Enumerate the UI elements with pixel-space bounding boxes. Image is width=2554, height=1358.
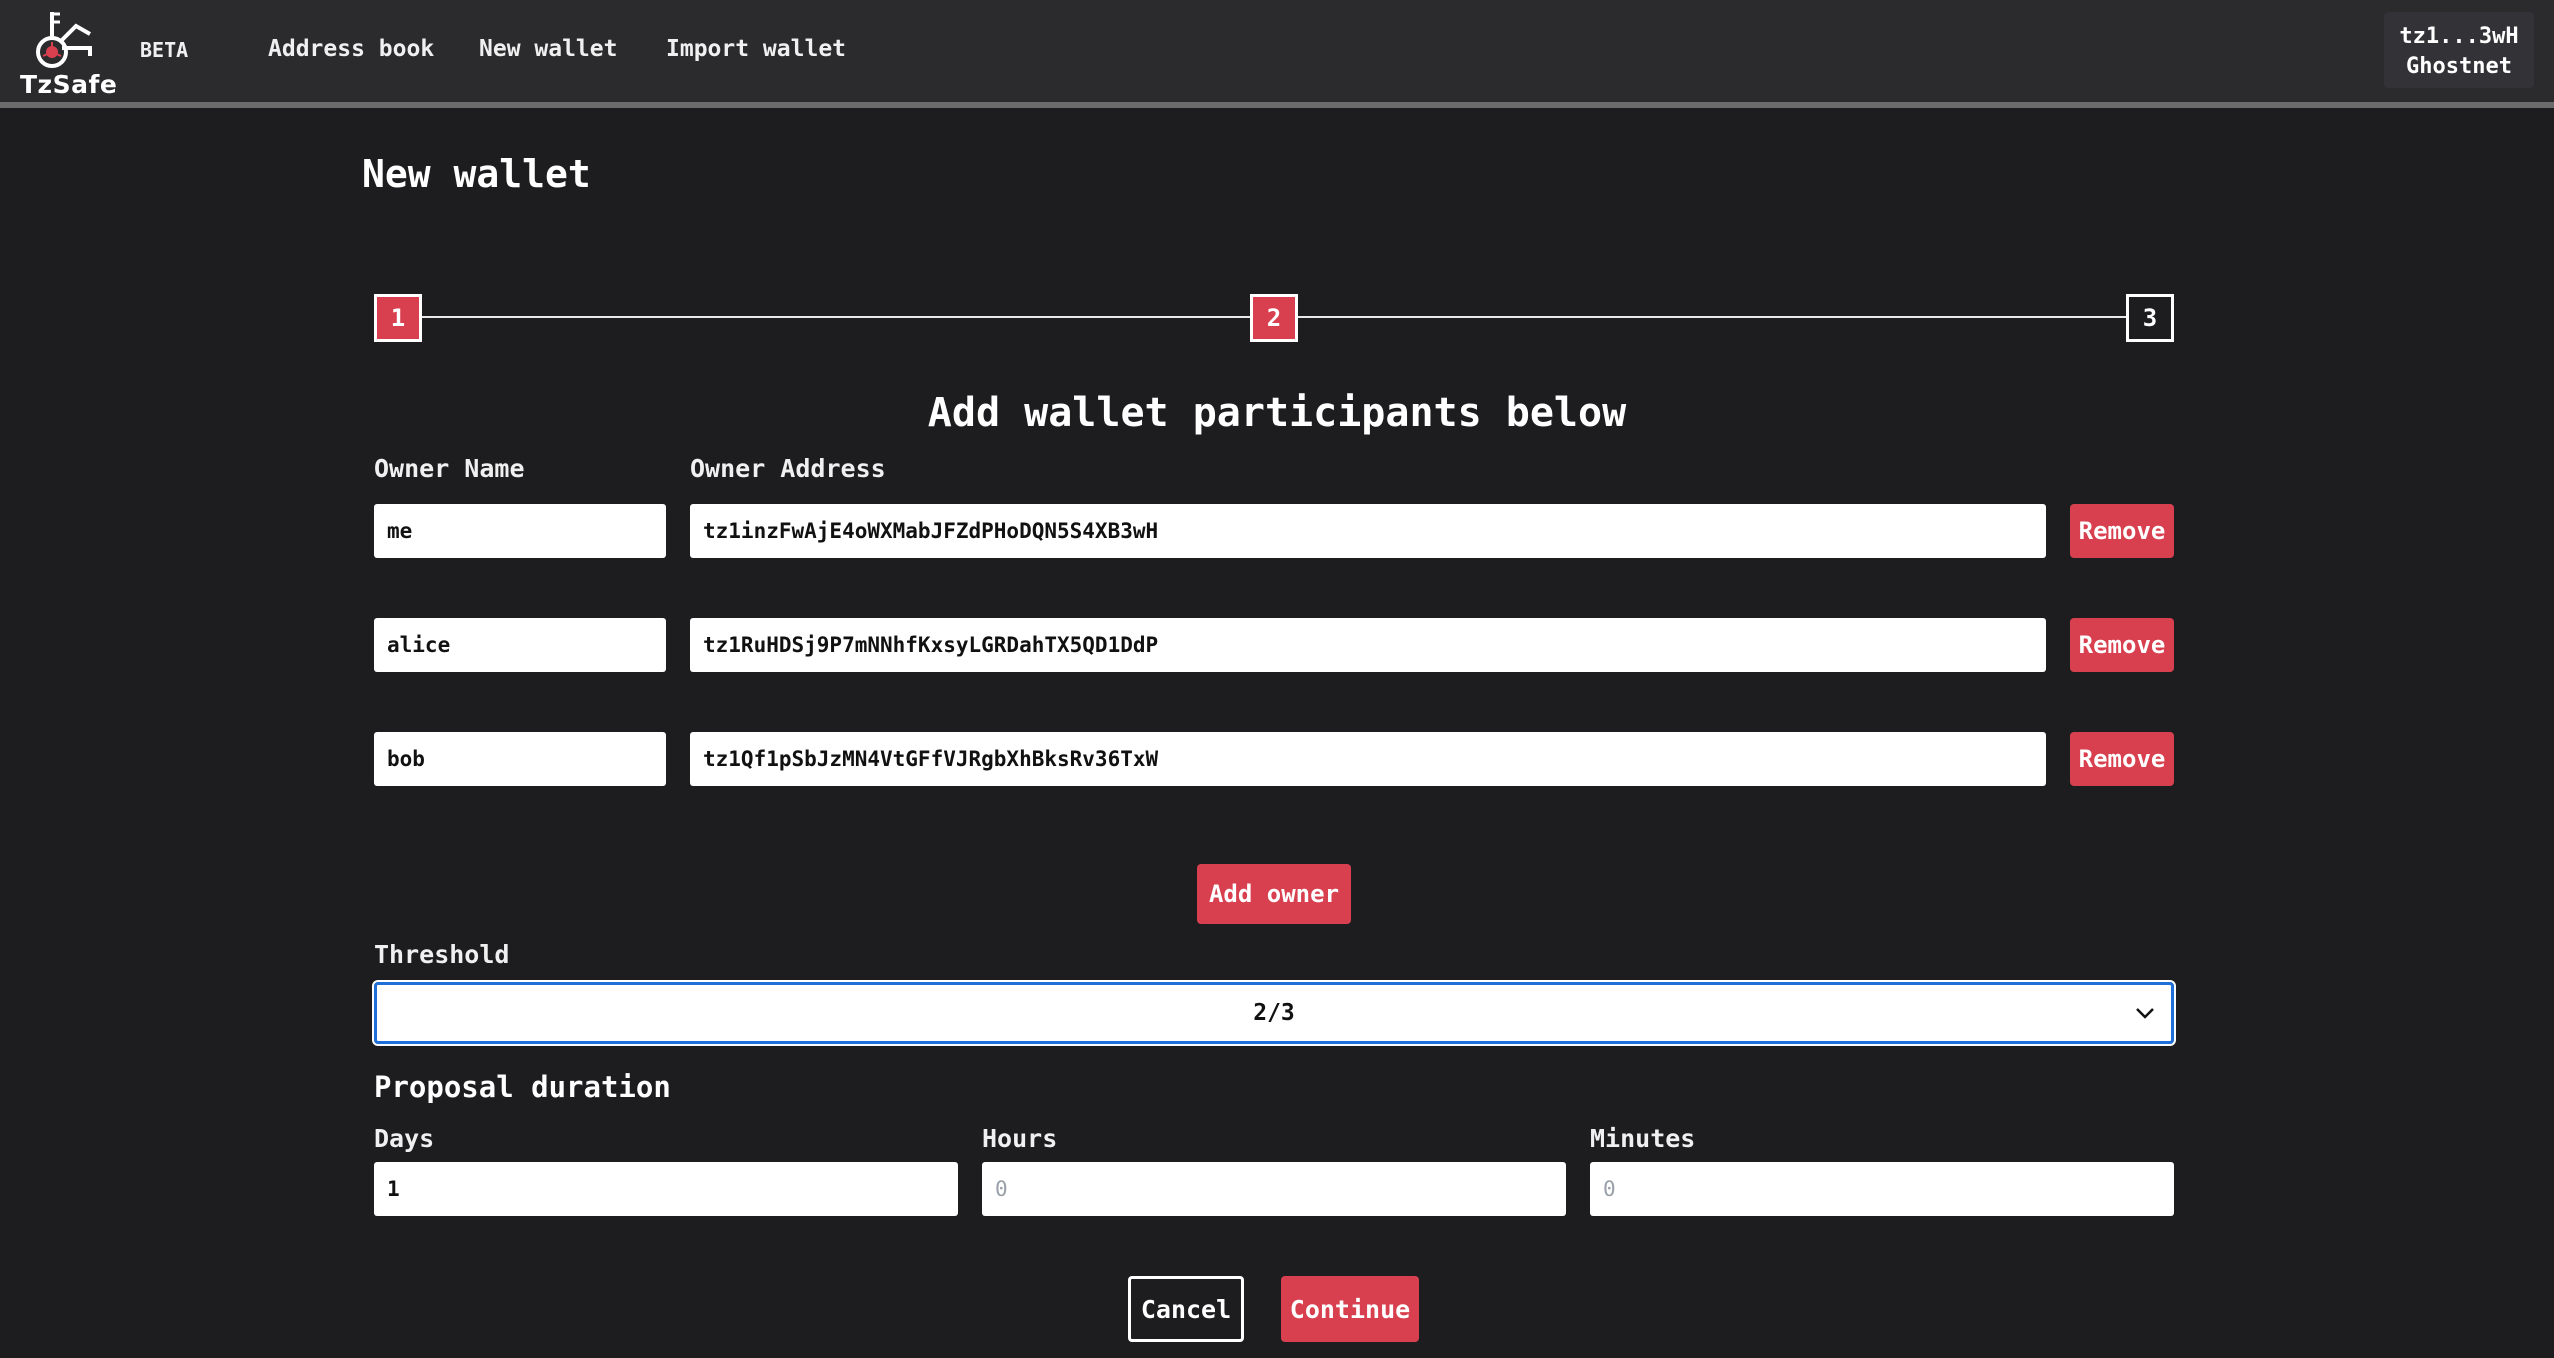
owner-address-header: Owner Address: [690, 454, 886, 483]
step-1: 1: [374, 294, 422, 342]
owner-address-input[interactable]: tz1RuHDSj9P7mNNhfKxsyLGRDahTX5QD1DdP: [690, 618, 2046, 672]
proposal-duration-title: Proposal duration: [374, 1070, 671, 1104]
owner-name-header: Owner Name: [374, 454, 525, 483]
chevron-down-icon: [2136, 1008, 2154, 1019]
hours-label: Hours: [982, 1124, 1058, 1153]
logo-text: TzSafe: [20, 70, 118, 99]
owner-name-input[interactable]: bob: [374, 732, 666, 786]
step-2: 2: [1250, 294, 1298, 342]
account-button[interactable]: tz1...3wH Ghostnet: [2384, 12, 2534, 88]
hours-input[interactable]: 0: [982, 1162, 1566, 1216]
continue-button[interactable]: Continue: [1281, 1276, 1419, 1342]
nav-new-wallet[interactable]: New wallet: [479, 36, 617, 62]
nav-import-wallet[interactable]: Import wallet: [666, 36, 846, 62]
owner-address-input[interactable]: tz1inzFwAjE4oWXMabJFZdPHoDQN5S4XB3wH: [690, 504, 2046, 558]
stepper-line-1: [420, 316, 1252, 318]
section-title: Add wallet participants below: [927, 390, 1627, 436]
remove-owner-button[interactable]: Remove: [2070, 732, 2174, 786]
stepper-line-2: [1296, 316, 2128, 318]
add-owner-button[interactable]: Add owner: [1197, 864, 1351, 924]
tzsafe-logo[interactable]: TzSafe: [20, 8, 118, 99]
remove-owner-button[interactable]: Remove: [2070, 618, 2174, 672]
top-nav-bar: TzSafe BETA Address book New wallet Impo…: [0, 0, 2554, 108]
cancel-button[interactable]: Cancel: [1128, 1276, 1244, 1342]
threshold-value: 2/3: [1253, 1000, 1295, 1026]
page-title: New wallet: [362, 152, 591, 196]
step-3: 3: [2126, 294, 2174, 342]
days-label: Days: [374, 1124, 435, 1153]
minutes-input[interactable]: 0: [1590, 1162, 2174, 1216]
account-address: tz1...3wH: [2399, 24, 2519, 49]
owner-name-input[interactable]: me: [374, 504, 666, 558]
remove-owner-button[interactable]: Remove: [2070, 504, 2174, 558]
days-input[interactable]: 1: [374, 1162, 958, 1216]
owner-name-input[interactable]: alice: [374, 618, 666, 672]
key-wheel-icon: [36, 12, 92, 68]
minutes-label: Minutes: [1590, 1124, 1696, 1153]
beta-badge: BETA: [140, 38, 189, 62]
account-network: Ghostnet: [2406, 54, 2512, 79]
threshold-select[interactable]: 2/3: [372, 980, 2176, 1046]
threshold-label: Threshold: [374, 940, 510, 969]
owner-address-input[interactable]: tz1Qf1pSbJzMN4VtGFfVJRgbXhBksRv36TxW: [690, 732, 2046, 786]
nav-address-book[interactable]: Address book: [268, 36, 434, 62]
